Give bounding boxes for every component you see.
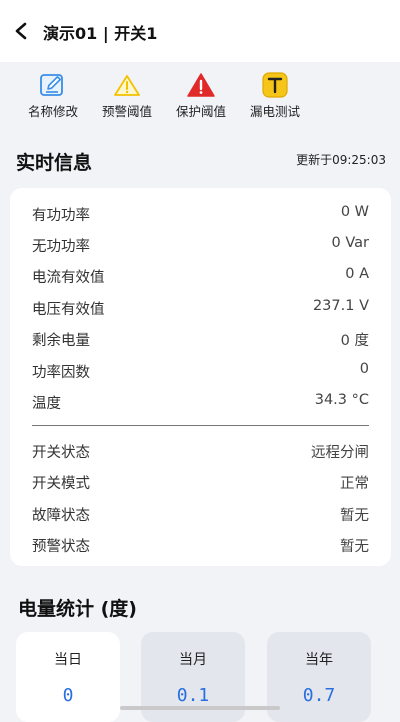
test-t-icon (262, 72, 288, 98)
state-label: 预警状态 (32, 539, 90, 555)
state-label: 开关模式 (32, 476, 90, 492)
protection-threshold-label: 保护阈值 (175, 104, 226, 119)
metric-value: 0 Var (331, 235, 369, 251)
update-time: 更新于09:25:03 (296, 153, 386, 167)
state-row-switch-mode: 开关模式 正常 (32, 472, 369, 492)
metric-label: 剩余电量 (32, 333, 90, 349)
metric-label: 温度 (32, 396, 61, 412)
page-title: 演示01 | 开关1 (43, 24, 158, 43)
metric-value: 34.3 °C (314, 392, 369, 408)
rename-label: 名称修改 (27, 104, 78, 119)
metric-row-current: 电流有效值 0 A (32, 266, 369, 286)
metric-value: 0 A (345, 266, 369, 282)
realtime-card: 有功功率 0 W 无功功率 0 Var 电流有效值 0 A 电压有效值 237.… (10, 188, 391, 566)
state-label: 故障状态 (32, 508, 90, 524)
tab-year-label: 当年 (305, 652, 333, 668)
state-row-switch-status: 开关状态 远程分闸 (32, 441, 369, 461)
tab-day-label: 当日 (54, 652, 82, 668)
metric-label: 有功功率 (32, 208, 90, 224)
state-label: 开关状态 (32, 445, 90, 461)
state-value: 正常 (340, 476, 369, 492)
state-value: 暂无 (340, 508, 369, 524)
tab-year[interactable]: 当年 0.7 (267, 632, 371, 722)
tab-day[interactable]: 当日 0 (16, 632, 120, 722)
realtime-title: 实时信息 (16, 152, 93, 174)
warning-outline-icon (114, 75, 140, 96)
metric-value: 0 (359, 361, 369, 377)
tab-day-value: 0 (62, 685, 74, 706)
metric-row-remaining-energy: 剩余电量 0 度 (32, 329, 369, 349)
warning-threshold-button[interactable]: 预警阈值 (92, 72, 162, 120)
warning-filled-icon (187, 73, 215, 97)
metric-row-power-factor: 功率因数 0 (32, 361, 369, 381)
state-value: 暂无 (340, 539, 369, 555)
state-value: 远程分闸 (311, 445, 369, 461)
leakage-test-label: 漏电测试 (249, 104, 300, 119)
metric-value: 0 度 (340, 333, 369, 349)
state-row-alarm-status: 预警状态 暂无 (32, 535, 369, 555)
metric-row-voltage: 电压有效值 237.1 V (32, 298, 369, 318)
back-arrow-icon[interactable] (12, 20, 32, 42)
metric-row-temperature: 温度 34.3 °C (32, 392, 369, 412)
action-bar: 名称修改 预警阈值 保护阈值 漏电测试 (0, 62, 400, 126)
state-row-fault-status: 故障状态 暂无 (32, 504, 369, 524)
metric-value: 237.1 V (312, 298, 369, 314)
tab-year-value: 0.7 (302, 685, 336, 706)
metric-label: 电流有效值 (32, 270, 105, 286)
protection-threshold-button[interactable]: 保护阈值 (166, 72, 236, 120)
home-indicator (120, 706, 280, 710)
top-bar: 演示01 | 开关1 (0, 0, 400, 62)
leakage-test-button[interactable]: 漏电测试 (240, 72, 310, 120)
edit-icon (40, 74, 63, 96)
metric-row-reactive-power: 无功功率 0 Var (32, 235, 369, 255)
tab-month-value: 0.1 (176, 685, 210, 706)
rename-button[interactable]: 名称修改 (18, 72, 88, 120)
metric-row-active-power: 有功功率 0 W (32, 204, 369, 224)
divider (32, 425, 369, 426)
tab-month-label: 当月 (179, 652, 207, 668)
warning-threshold-label: 预警阈值 (101, 104, 152, 119)
metric-label: 功率因数 (32, 365, 90, 381)
metric-label: 无功功率 (32, 239, 90, 255)
metric-label: 电压有效值 (32, 302, 105, 318)
energy-stats-title: 电量统计 (度) (18, 598, 137, 620)
metric-value: 0 W (340, 204, 369, 220)
